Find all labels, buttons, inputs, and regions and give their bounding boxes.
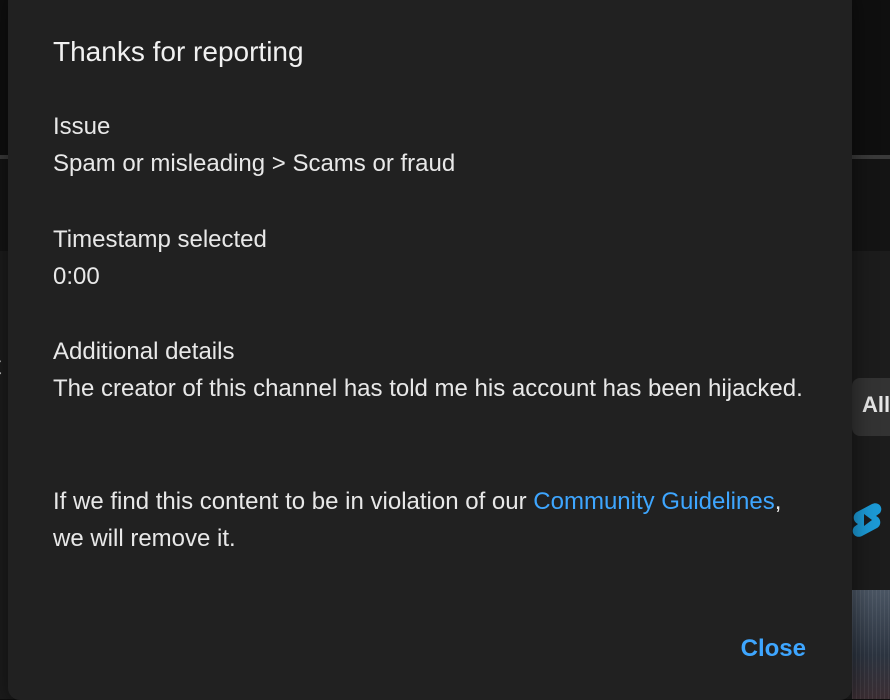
- additional-details-label: Additional details: [53, 338, 235, 365]
- timestamp-label: Timestamp selected: [53, 226, 267, 253]
- additional-details-section: Additional details The creator of this c…: [53, 333, 813, 407]
- background-thumbnail-texture: [852, 590, 890, 699]
- background-filter-chip-label: All: [862, 392, 890, 417]
- additional-details-value: The creator of this channel has told me …: [53, 375, 803, 402]
- issue-section: Issue Spam or misleading > Scams or frau…: [53, 108, 813, 182]
- timestamp-value: 0:00: [53, 263, 100, 290]
- community-guidelines-link[interactable]: Community Guidelines: [533, 488, 774, 515]
- background-partial-text: t: [0, 350, 1, 381]
- issue-label: Issue: [53, 113, 111, 140]
- removal-notice: If we find this content to be in violati…: [53, 483, 813, 557]
- report-confirmation-dialog: Thanks for reporting Issue Spam or misle…: [8, 0, 852, 700]
- dialog-title: Thanks for reporting: [53, 36, 304, 67]
- notice-prefix: If we find this content to be in violati…: [53, 488, 534, 515]
- timestamp-section: Timestamp selected 0:00: [53, 221, 813, 295]
- shorts-logo-icon: [852, 503, 882, 537]
- issue-value: Spam or misleading > Scams or fraud: [53, 150, 456, 177]
- close-button[interactable]: Close: [727, 631, 820, 667]
